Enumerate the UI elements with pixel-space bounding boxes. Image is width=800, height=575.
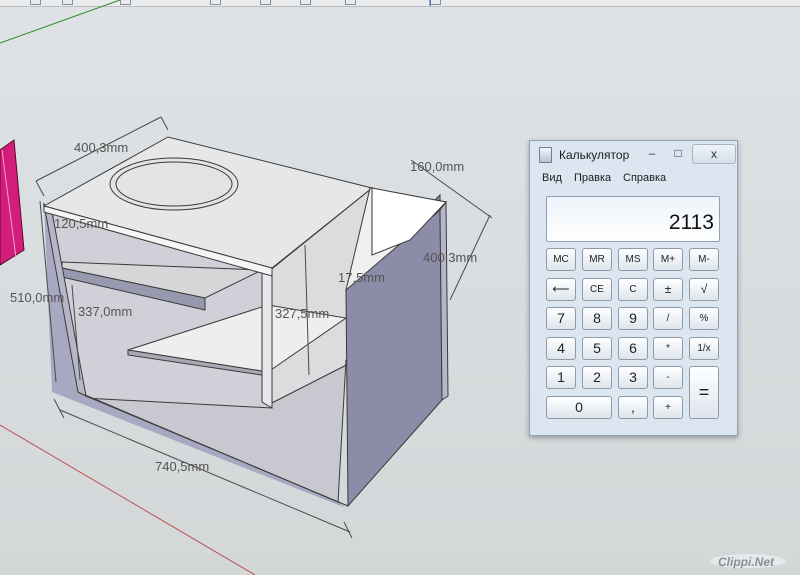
- speaker-cutout: [109, 157, 239, 211]
- window-title: Калькулятор: [559, 148, 630, 162]
- dimension-partition-height: 327,5mm: [275, 306, 329, 321]
- minimize-button[interactable]: –: [643, 144, 661, 162]
- dimension-panel-thickness: 17,5mm: [338, 270, 385, 285]
- key-8[interactable]: 8: [582, 307, 612, 330]
- dimension-top-width: 400,3mm: [74, 140, 128, 155]
- key-7[interactable]: 7: [546, 307, 576, 330]
- clear-button[interactable]: C: [618, 278, 648, 301]
- dimension-top-depth: 160,0mm: [410, 159, 464, 174]
- calculator-icon: [539, 147, 552, 163]
- key-0[interactable]: 0: [546, 396, 612, 419]
- title-bar[interactable]: Калькулятор – □ x: [530, 141, 737, 166]
- subtract-button[interactable]: -: [653, 366, 683, 389]
- sqrt-button[interactable]: √: [689, 278, 719, 301]
- watermark-text: Clippi.Net: [718, 555, 775, 569]
- mminus-button[interactable]: M-: [689, 248, 719, 271]
- dimension-shelf-offset: 120,5mm: [54, 216, 108, 231]
- plus-minus-button[interactable]: ±: [653, 278, 683, 301]
- dimension-side-depth: 400,3mm: [423, 250, 477, 265]
- mplus-button[interactable]: M+: [653, 248, 683, 271]
- dimension-height: 510,0mm: [10, 290, 64, 305]
- partition: [261, 269, 273, 409]
- maximize-button[interactable]: □: [669, 144, 687, 162]
- menu-help[interactable]: Справка: [623, 172, 666, 184]
- close-button[interactable]: x: [692, 144, 736, 164]
- key-4[interactable]: 4: [546, 337, 576, 360]
- dimension-length: 740,5mm: [155, 459, 209, 474]
- speaker-box-model[interactable]: [42, 136, 449, 508]
- dimension-inner-height: 337,0mm: [78, 304, 132, 319]
- key-6[interactable]: 6: [618, 337, 648, 360]
- key-3[interactable]: 3: [618, 366, 648, 389]
- right-side-back-edge: [439, 200, 449, 401]
- key-2[interactable]: 2: [582, 366, 612, 389]
- key-1[interactable]: 1: [546, 366, 576, 389]
- menu-edit[interactable]: Правка: [574, 172, 611, 184]
- watermark-logo: Clippi.Net: [710, 554, 786, 569]
- decimal-button[interactable]: ,: [618, 396, 648, 419]
- calculator-display: 2113: [546, 196, 720, 242]
- menu-bar: Вид Правка Справка: [530, 168, 737, 190]
- mr-button[interactable]: MR: [582, 248, 612, 271]
- equals-button[interactable]: =: [689, 366, 719, 419]
- reciprocal-button[interactable]: 1/x: [689, 337, 719, 360]
- multiply-button[interactable]: *: [653, 337, 683, 360]
- key-9[interactable]: 9: [618, 307, 648, 330]
- ms-button[interactable]: MS: [618, 248, 648, 271]
- ce-button[interactable]: CE: [582, 278, 612, 301]
- add-button[interactable]: +: [653, 396, 683, 419]
- key-5[interactable]: 5: [582, 337, 612, 360]
- display-value: 2113: [668, 211, 714, 234]
- green-axis: [0, 0, 121, 44]
- calculator-window[interactable]: Калькулятор – □ x Вид Правка Справка 211…: [529, 140, 738, 436]
- menu-view[interactable]: Вид: [542, 172, 562, 184]
- divide-button[interactable]: /: [653, 307, 683, 330]
- backspace-button[interactable]: ⟵: [546, 278, 576, 301]
- percent-button[interactable]: %: [689, 307, 719, 330]
- mc-button[interactable]: MC: [546, 248, 576, 271]
